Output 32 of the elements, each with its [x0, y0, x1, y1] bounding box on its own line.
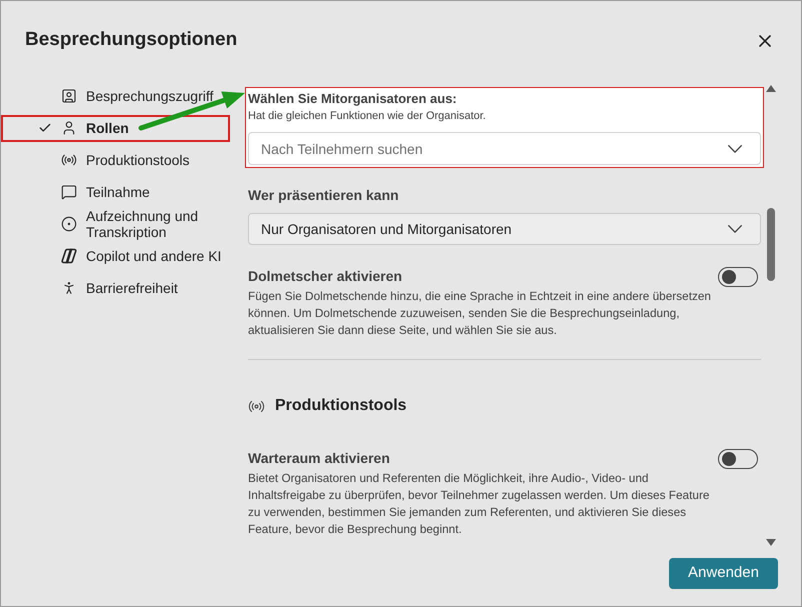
- record-icon: [61, 216, 77, 232]
- scroll-up-icon[interactable]: [766, 85, 776, 92]
- person-icon: [61, 120, 77, 136]
- toggle-switch[interactable]: [718, 449, 758, 469]
- scroll-down-icon[interactable]: [766, 539, 776, 546]
- setting-description: Bietet Organisatoren und Referenten die Möglichkeit, ihre Audio-, Video- und Inhaltsfreigabe zu überprüfen, bevor Teilnehmer zugelassen werden. Um dieses Feature zu verwenden, bestimmen Sie jemanden zum Referenten, und aktivieren Sie dieses Feature, bevor die Besprechung beginnt.: [248, 470, 710, 538]
- broadcast-icon: [61, 152, 77, 168]
- sidebar-item[interactable]: Rollen: [38, 112, 245, 144]
- setting-title: Warteraum aktivieren: [248, 449, 391, 468]
- sidebar-item[interactable]: Produktionstools: [38, 144, 245, 176]
- search-field[interactable]: Nach Teilnehmern suchen: [248, 132, 761, 165]
- field-label: Wer präsentieren kann: [248, 186, 400, 205]
- presenter-dropdown[interactable]: Nur Organisatoren und Mitorganisatoren: [248, 213, 761, 245]
- sidebar-item[interactable]: Aufzeichnung und Transkription: [38, 208, 245, 240]
- sidebar-item[interactable]: Besprechungszugriff: [38, 80, 245, 112]
- sidebar-item[interactable]: Copilot und andere KI: [38, 240, 245, 272]
- setting-description: Fügen Sie Dolmetschende hinzu, die eine Sprache in Echtzeit in eine andere übersetzen können. Um Dolmetschende zuzuweisen, senden Sie die Besprechungseinladung, aktualisieren Sie dann diese Seite, und wählen Sie sie aus.: [248, 288, 712, 339]
- toggle-switch[interactable]: [718, 267, 758, 287]
- dialog-title: Besprechungsoptionen: [25, 28, 238, 52]
- sidebar-item[interactable]: Teilnahme: [38, 176, 245, 208]
- sidebar-item[interactable]: Barrierefreiheit: [38, 272, 245, 304]
- slanted-shapes-icon: [61, 248, 77, 264]
- chevron-down-icon: [728, 145, 742, 153]
- section-hint: Hat die gleichen Funktionen wie der Organisator.: [248, 109, 487, 124]
- chevron-down-icon: [728, 225, 742, 233]
- apply-button[interactable]: Anwenden: [669, 558, 778, 589]
- contact-card-icon: [61, 88, 77, 104]
- chat-bubble-icon: [61, 184, 77, 200]
- section-title: Wählen Sie Mitorganisatoren aus:: [248, 90, 458, 108]
- setting-title: Dolmetscher aktivieren: [248, 267, 404, 286]
- scrollbar-thumb[interactable]: [767, 208, 775, 281]
- section-heading: Produktionstools: [275, 396, 407, 416]
